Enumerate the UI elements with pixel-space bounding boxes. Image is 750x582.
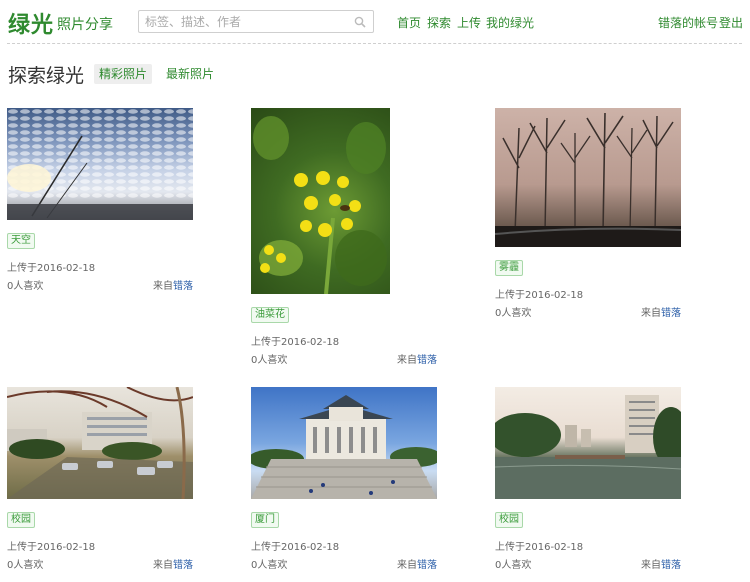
photo-tag[interactable]: 校园 — [495, 512, 523, 528]
author-link[interactable]: 错落 — [173, 281, 193, 292]
tab-featured-photos[interactable]: 精彩照片 — [94, 64, 153, 84]
photo-thumbnail[interactable] — [251, 387, 437, 499]
photo-source: 来自错落 — [641, 304, 681, 319]
photo-tag[interactable]: 天空 — [7, 233, 35, 249]
photo-thumbnail[interactable] — [251, 108, 390, 294]
upload-date: 上传于2016-02-18 — [495, 290, 584, 301]
upload-date: 上传于2016-02-18 — [7, 542, 96, 553]
page-title: 探索绿光 — [8, 65, 85, 87]
nav-upload[interactable]: 上传 — [457, 14, 481, 31]
like-count: 0人喜欢 — [495, 560, 532, 571]
source-prefix: 来自 — [397, 355, 417, 366]
photo-tag[interactable]: 雾霾 — [495, 260, 523, 276]
search-icon[interactable] — [354, 16, 366, 28]
search-box — [138, 10, 374, 33]
photo-card: 油菜花 上传于2016-02-18 0人喜欢 来自错落 — [251, 108, 437, 366]
like-count: 0人喜欢 — [7, 560, 44, 571]
upload-date: 上传于2016-02-18 — [495, 542, 584, 553]
author-link[interactable]: 错落 — [417, 355, 437, 366]
header-divider — [7, 43, 742, 44]
upload-date: 上传于2016-02-18 — [251, 542, 340, 553]
photo-source: 来自错落 — [641, 556, 681, 571]
source-prefix: 来自 — [153, 560, 173, 571]
photo-source: 来自错落 — [397, 556, 437, 571]
nav-explore[interactable]: 探索 — [427, 14, 451, 31]
upload-date: 上传于2016-02-18 — [251, 337, 340, 348]
photo-thumbnail[interactable] — [495, 387, 681, 499]
photo-thumbnail[interactable] — [7, 387, 193, 499]
tab-latest-photos[interactable]: 最新照片 — [161, 64, 219, 84]
nav-my-greenlight[interactable]: 我的绿光 — [486, 14, 534, 31]
photo-tag[interactable]: 厦门 — [251, 512, 279, 528]
author-link[interactable]: 错落 — [173, 560, 193, 571]
like-count: 0人喜欢 — [251, 560, 288, 571]
photo-tag[interactable]: 油菜花 — [251, 307, 289, 323]
photo-thumbnail[interactable] — [495, 108, 681, 247]
upload-date: 上传于2016-02-18 — [7, 263, 96, 274]
author-link[interactable]: 错落 — [417, 560, 437, 571]
photo-source: 来自错落 — [397, 351, 437, 366]
source-prefix: 来自 — [641, 308, 661, 319]
logout-link[interactable]: 登出 — [719, 14, 743, 31]
like-count: 0人喜欢 — [495, 308, 532, 319]
account-link[interactable]: 错落的帐号 — [658, 14, 718, 31]
source-prefix: 来自 — [641, 560, 661, 571]
search-input[interactable] — [139, 11, 344, 33]
photo-tag[interactable]: 校园 — [7, 512, 35, 528]
photo-card: 厦门 上传于2016-02-18 0人喜欢 来自错落 — [251, 387, 437, 571]
photo-card: 校园 上传于2016-02-18 0人喜欢 来自错落 — [7, 387, 193, 571]
like-count: 0人喜欢 — [7, 281, 44, 292]
source-prefix: 来自 — [153, 281, 173, 292]
photo-source: 来自错落 — [153, 277, 193, 292]
site-header: 绿光 照片分享 首页 探索 上传 我的绿光 错落的帐号 登出 — [0, 0, 750, 44]
site-logo[interactable]: 绿光 — [8, 7, 54, 39]
site-subtitle: 照片分享 — [57, 17, 113, 33]
photo-thumbnail[interactable] — [7, 108, 193, 220]
source-prefix: 来自 — [397, 560, 417, 571]
photo-source: 来自错落 — [153, 556, 193, 571]
photo-card: 校园 上传于2016-02-18 0人喜欢 来自错落 — [495, 387, 681, 571]
author-link[interactable]: 错落 — [661, 308, 681, 319]
photo-card: 雾霾 上传于2016-02-18 0人喜欢 来自错落 — [495, 108, 681, 319]
nav-home[interactable]: 首页 — [397, 14, 421, 31]
author-link[interactable]: 错落 — [661, 560, 681, 571]
photo-card: 天空 上传于2016-02-18 0人喜欢 来自错落 — [7, 108, 193, 292]
like-count: 0人喜欢 — [251, 355, 288, 366]
